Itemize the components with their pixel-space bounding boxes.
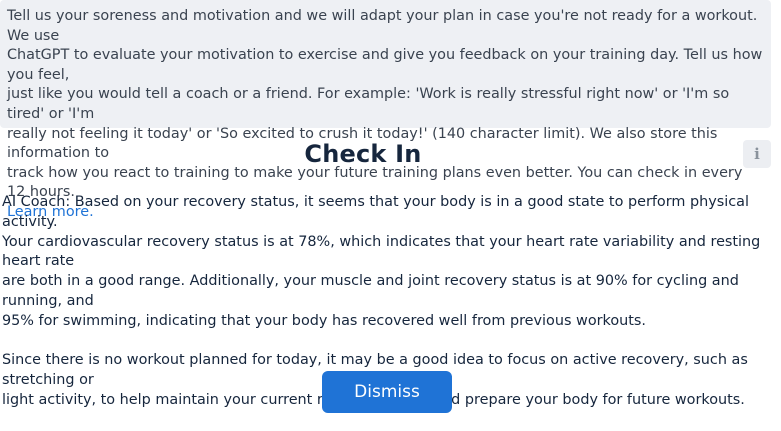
- coach-line: AI Coach: Based on your recovery status,…: [2, 194, 749, 230]
- coach-paragraph-1: AI Coach: Based on your recovery status,…: [2, 193, 778, 332]
- dismiss-button[interactable]: Dismiss: [322, 371, 452, 413]
- coach-line: are both in a good range. Additionally, …: [2, 273, 739, 309]
- checkin-info-notice: Tell us your soreness and motivation and…: [0, 0, 771, 220]
- coach-line: Your cardiovascular recovery status is a…: [2, 233, 761, 270]
- notice-line-2: ChatGPT to evaluate your motivation to e…: [7, 47, 763, 83]
- notice-line-3: just like you would tell a coach or a fr…: [7, 86, 730, 122]
- info-button[interactable]: i: [743, 140, 771, 168]
- notice-line-1: Tell us your soreness and motivation and…: [7, 8, 758, 44]
- page-title: Check In: [304, 140, 422, 168]
- info-icon: i: [754, 144, 760, 163]
- coach-line: 95% for swimming, indicating that your b…: [2, 312, 646, 329]
